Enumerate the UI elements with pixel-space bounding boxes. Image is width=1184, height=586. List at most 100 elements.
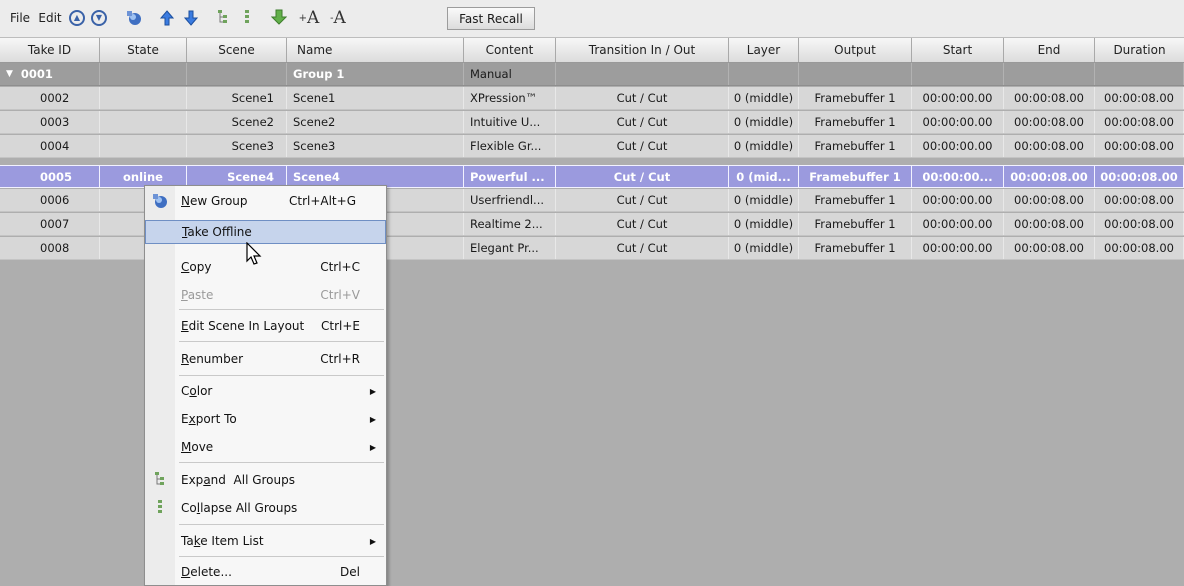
table-row[interactable]: 0003 Scene2 Scene2 Intuitive U... Cut / …: [0, 111, 1184, 134]
col-transition[interactable]: Transition In / Out: [556, 38, 729, 62]
output-cell: Framebuffer 1: [799, 213, 912, 235]
expand-all-icon[interactable]: [212, 6, 234, 30]
menu-item-take-offline[interactable]: Take Offline: [145, 220, 386, 244]
take-id-cell: 0007: [0, 213, 100, 235]
transition-cell: Cut / Cut: [556, 189, 729, 211]
end-cell: 00:00:08.00: [1004, 111, 1095, 133]
font-increase-icon[interactable]: + A: [295, 6, 323, 30]
duration-cell: 00:00:08.00: [1095, 111, 1184, 133]
arrow-up-icon[interactable]: [156, 6, 178, 30]
menu-item-collapse-all-groups[interactable]: Collapse All Groups: [145, 496, 386, 520]
menu-item-color[interactable]: Color ▶: [145, 379, 386, 403]
menu-label: Paste: [181, 288, 214, 302]
col-state[interactable]: State: [100, 38, 187, 62]
submenu-arrow-icon: ▶: [369, 536, 376, 546]
layer-cell: 0 (middle): [729, 87, 799, 109]
output-cell: Framebuffer 1: [799, 189, 912, 211]
menu-item-move[interactable]: Move ▶: [145, 435, 386, 459]
duration-cell: 00:00:08.00: [1095, 213, 1184, 235]
col-layer[interactable]: Layer: [729, 38, 799, 62]
transition-cell: Cut / Cut: [556, 87, 729, 109]
group-take-id-cell: ▼ 0001: [0, 63, 100, 85]
col-duration[interactable]: Duration: [1095, 38, 1184, 62]
content-cell: Powerful ...: [464, 166, 556, 188]
group-start: [912, 63, 1004, 85]
menu-shortcut: Ctrl+V: [320, 288, 360, 302]
menu-item-take-item-list[interactable]: Take Item List ▶: [145, 529, 386, 553]
submenu-arrow-icon: ▶: [369, 442, 376, 452]
download-icon[interactable]: [268, 6, 290, 30]
table-row[interactable]: 0004 Scene3 Scene3 Flexible Gr... Cut / …: [0, 135, 1184, 158]
duration-cell: 00:00:08.00: [1095, 87, 1184, 109]
context-menu: New Group Ctrl+Alt+G Take Offline Copy C…: [144, 185, 387, 586]
layer-cell: 0 (mid...: [729, 166, 799, 188]
menu-label: New Group: [181, 194, 248, 208]
table-row[interactable]: 0002 Scene1 Scene1 XPression™ Cut / Cut …: [0, 87, 1184, 110]
new-group-icon[interactable]: [122, 6, 146, 30]
collapse-all-icon[interactable]: [236, 6, 258, 30]
group-layer: [729, 63, 799, 85]
menu-separator: [179, 375, 384, 376]
col-content[interactable]: Content: [464, 38, 556, 62]
menu-item-copy[interactable]: Copy Ctrl+C: [145, 255, 386, 279]
end-cell: 00:00:08.00: [1004, 87, 1095, 109]
menu-item-expand-all-groups[interactable]: Expand All Groups: [145, 468, 386, 492]
menu-label: Take Item List: [181, 534, 264, 548]
duration-cell: 00:00:08.00: [1095, 135, 1184, 157]
menu-shortcut: Ctrl+Alt+G: [288, 194, 356, 208]
content-cell: Elegant Pr...: [464, 237, 556, 259]
output-cell: Framebuffer 1: [799, 111, 912, 133]
menu-separator: [179, 524, 384, 525]
scene-cell: Scene2: [187, 111, 287, 133]
menu-item-edit-scene-in-layout[interactable]: Edit Scene In Layout Ctrl+E: [145, 314, 386, 338]
menu-item-renumber[interactable]: Renumber Ctrl+R: [145, 347, 386, 371]
menu-label: Export To: [181, 412, 237, 426]
col-start[interactable]: Start: [912, 38, 1004, 62]
menu-separator: [179, 341, 384, 342]
font-decrease-icon[interactable]: -A: [324, 6, 352, 30]
content-cell: XPression™: [464, 87, 556, 109]
menu-file[interactable]: File: [7, 6, 33, 30]
expand-triangle-icon[interactable]: ▼: [6, 69, 13, 79]
col-name[interactable]: Name: [287, 38, 464, 62]
content-cell: Intuitive U...: [464, 111, 556, 133]
move-up-circle-icon[interactable]: ▲: [66, 6, 88, 30]
menu-edit[interactable]: Edit: [37, 6, 63, 30]
arrow-down-icon[interactable]: [180, 6, 202, 30]
transition-cell: Cut / Cut: [556, 166, 729, 188]
duration-cell: 00:00:08.00: [1095, 237, 1184, 259]
state-cell: [100, 111, 187, 133]
menu-label: Take Offline: [182, 225, 252, 239]
name-cell: Scene2: [287, 111, 464, 133]
menu-item-delete[interactable]: Delete... Del: [145, 560, 386, 584]
group-scene: [187, 63, 287, 85]
output-cell: Framebuffer 1: [799, 166, 912, 188]
end-cell: 00:00:08.00: [1004, 213, 1095, 235]
menu-shortcut: Del: [340, 565, 360, 579]
transition-cell: Cut / Cut: [556, 213, 729, 235]
menu-shortcut: Ctrl+C: [320, 260, 360, 274]
move-down-circle-icon[interactable]: ▼: [88, 6, 110, 30]
menu-separator: [179, 556, 384, 557]
toolbar: File Edit ▲ ▼ + A -A Fast Recall: [0, 0, 1184, 38]
start-cell: 00:00:00.00: [912, 189, 1004, 211]
start-cell: 00:00:00.00: [912, 135, 1004, 157]
col-end[interactable]: End: [1004, 38, 1095, 62]
menu-separator: [179, 309, 384, 310]
menu-shortcut: Ctrl+E: [321, 319, 360, 333]
col-take-id[interactable]: Take ID: [0, 38, 100, 62]
menu-item-export-to[interactable]: Export To ▶: [145, 407, 386, 431]
menu-item-new-group[interactable]: New Group Ctrl+Alt+G: [145, 189, 386, 213]
end-cell: 00:00:08.00: [1004, 166, 1095, 188]
transition-cell: Cut / Cut: [556, 111, 729, 133]
col-scene[interactable]: Scene: [187, 38, 287, 62]
col-output[interactable]: Output: [799, 38, 912, 62]
end-cell: 00:00:08.00: [1004, 189, 1095, 211]
scene-cell: Scene3: [187, 135, 287, 157]
menu-label: Collapse All Groups: [181, 501, 298, 515]
column-header: Take ID State Scene Name Content Transit…: [0, 38, 1184, 63]
group-row[interactable]: ▼ 0001 Group 1 Manual: [0, 63, 1184, 86]
end-cell: 00:00:08.00: [1004, 135, 1095, 157]
menu-label: Expand All Groups: [181, 473, 295, 487]
fast-recall-button[interactable]: Fast Recall: [447, 7, 535, 30]
